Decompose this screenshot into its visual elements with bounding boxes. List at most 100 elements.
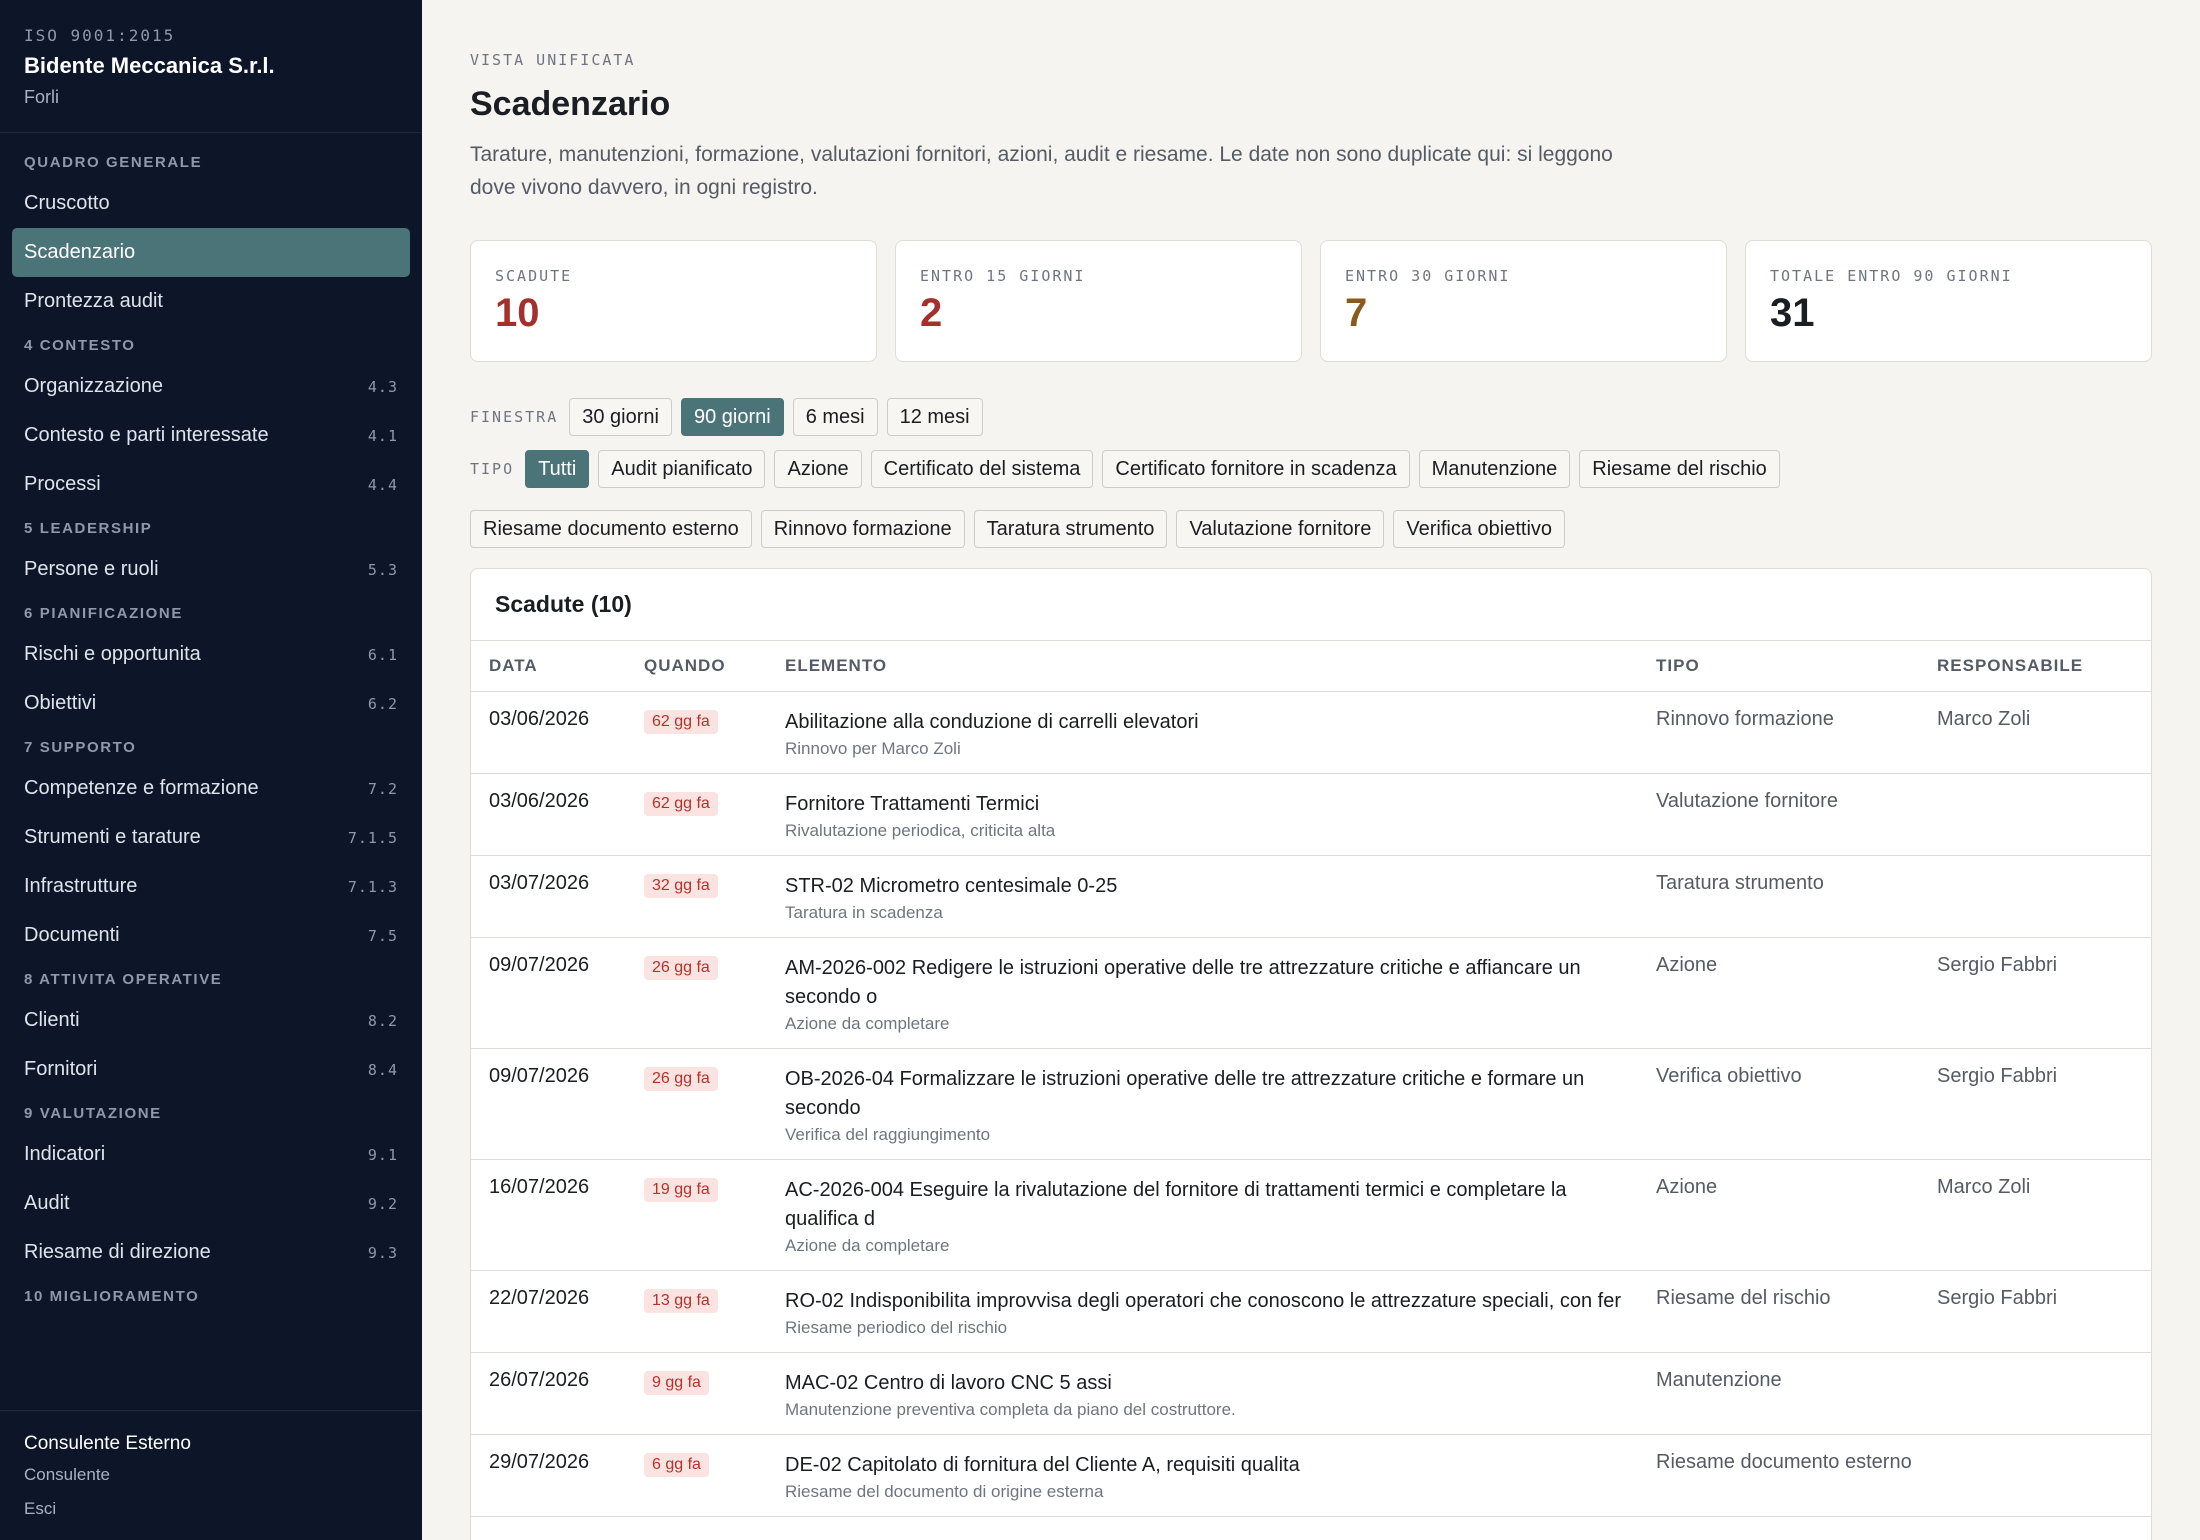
element-subtitle: Rivalutazione periodica, criticita alta: [785, 820, 1056, 840]
sidebar-item-label: Persone e ruoli: [24, 558, 159, 580]
stat-cards: SCADUTE 10 ENTRO 15 GIORNI 2 ENTRO 30 GIORNI…: [470, 240, 2152, 362]
element-title[interactable]: OB-2026-04 Formalizzare le istruzioni op…: [785, 1065, 1638, 1123]
type-chip-riesame-del-rischio[interactable]: Riesame del rischio: [1579, 450, 1780, 488]
company-city: Forli: [24, 87, 59, 107]
type-chip-certificato-fornitore-in-scadenza[interactable]: Certificato fornitore in scadenza: [1102, 450, 1410, 488]
sidebar-item-persone-e-ruoli[interactable]: Persone e ruoli 5.3: [12, 545, 410, 594]
nav-section-quadro-generale: QUADRO GENERALE: [24, 153, 203, 171]
column-header-data: DATA: [471, 641, 626, 692]
sidebar-item-indicatori[interactable]: Indicatori 9.1: [12, 1130, 410, 1179]
cell-when: 62 gg fa: [626, 691, 767, 774]
nav-section-10-miglioramento: 10 MIGLIORAMENTO: [24, 1287, 200, 1305]
cell-when: 62 gg fa: [626, 773, 767, 856]
sidebar-item-label: Prontezza audit: [24, 290, 163, 312]
iso-clause-number: 4.3: [367, 377, 398, 396]
type-chip-tutti[interactable]: Tutti: [525, 450, 590, 488]
table-row[interactable]: 03/06/2026 62 gg fa Abilitazione alla cond…: [471, 691, 2151, 774]
cell-date: 22/07/2026: [471, 1270, 626, 1353]
sidebar-item-audit[interactable]: Audit 9.2: [12, 1179, 410, 1228]
sidebar: ISO 9001:2015 Bidente Meccanica S.r.l. F…: [0, 0, 422, 1540]
table-row[interactable]: 22/07/2026 13 gg fa RO-02 Indisponibilita …: [471, 1270, 2151, 1353]
sidebar-item-rischi-e-opportunita[interactable]: Rischi e opportunita 6.1: [12, 630, 410, 679]
company-name: Bidente Meccanica S.r.l.: [24, 53, 275, 78]
sidebar-item-contesto-e-parti-interessate[interactable]: Contesto e parti interessate 4.1: [12, 411, 410, 460]
overdue-badge: 13 gg fa: [644, 1288, 718, 1313]
sidebar-item-obiettivi[interactable]: Obiettivi 6.2: [12, 679, 410, 728]
element-title[interactable]: DE-02 Capitolato di fornitura del Client…: [785, 1451, 1638, 1480]
window-filter: FINESTRA 30 giorni 90 giorni 6 mesi 12 mesi: [470, 398, 2152, 436]
logout-link[interactable]: Esci: [24, 1499, 398, 1519]
element-title[interactable]: STR-02 Micrometro centesimale 0-25: [785, 872, 1638, 901]
element-title[interactable]: AM-2026-002 Redigere le istruzioni opera…: [785, 954, 1638, 1012]
sidebar-item-label: Processi: [24, 473, 101, 495]
sidebar-item-competenze-e-formazione[interactable]: Competenze e formazione 7.2: [12, 764, 410, 813]
window-chip-90-giorni[interactable]: 90 giorni: [680, 398, 784, 436]
element-title[interactable]: MAC-02 Centro di lavoro CNC 5 assi: [785, 1369, 1638, 1398]
cell-type: Riesame documento esterno: [1638, 1434, 1919, 1517]
element-title[interactable]: AC-2026-004 Eseguire la rivalutazione de…: [785, 1176, 1638, 1234]
type-chip-taratura-strumento[interactable]: Taratura strumento: [973, 510, 1168, 548]
overdue-badge: 9 gg fa: [644, 1370, 709, 1395]
table-row[interactable]: 16/07/2026 19 gg fa AC-2026-004 Eseguire l…: [471, 1159, 2151, 1271]
sidebar-item-cruscotto[interactable]: Cruscotto: [12, 179, 410, 228]
type-chip-rinnovo-formazione[interactable]: Rinnovo formazione: [760, 510, 965, 548]
sidebar-item-riesame-di-direzione[interactable]: Riesame di direzione 9.3: [12, 1228, 410, 1277]
element-subtitle: Riesame periodico del rischio: [785, 1317, 1008, 1337]
table-row[interactable]: 09/07/2026 26 gg fa AM-2026-002 Redigere l…: [471, 937, 2151, 1049]
table-row[interactable]: 29/07/2026 6 gg fa DE-02 Capitolato di for…: [471, 1434, 2151, 1517]
iso-clause-number: 7.1.3: [347, 877, 398, 896]
element-title[interactable]: Abilitazione alla conduzione di carrelli…: [785, 708, 1638, 737]
type-chip-certificato-del-sistema[interactable]: Certificato del sistema: [870, 450, 1094, 488]
type-filter-label: TIPO: [470, 460, 515, 478]
table-row[interactable]: 09/07/2026 26 gg fa OB-2026-04 Formalizzar…: [471, 1048, 2151, 1160]
nav-section-9-valutazione: 9 VALUTAZIONE: [24, 1104, 162, 1122]
table-row[interactable]: 26/07/2026 9 gg fa MAC-02 Centro di lavoro…: [471, 1352, 2151, 1435]
table-row[interactable]: 03/07/2026 32 gg fa STR-02 Micrometro cent…: [471, 855, 2151, 938]
nav-section-7-supporto: 7 SUPPORTO: [24, 738, 137, 756]
nav-section-5-leadership: 5 LEADERSHIP: [24, 519, 153, 537]
type-chip-valutazione-fornitore[interactable]: Valutazione fornitore: [1176, 510, 1385, 548]
table-row[interactable]: 03/06/2026 62 gg fa Fornitore Trattamenti …: [471, 773, 2151, 856]
stat-card-entro-15-giorni: ENTRO 15 GIORNI 2: [895, 240, 1302, 362]
type-chip-riesame-documento-esterno[interactable]: Riesame documento esterno: [470, 510, 752, 548]
sidebar-item-label: Organizzazione: [24, 375, 163, 397]
iso-clause-number: 7.1.5: [347, 828, 398, 847]
type-chip-manutenzione[interactable]: Manutenzione: [1418, 450, 1571, 488]
sidebar-item-scadenzario[interactable]: Scadenzario: [12, 228, 410, 277]
element-subtitle: Taratura in scadenza: [785, 902, 943, 922]
sidebar-item-fornitori[interactable]: Fornitori 8.4: [12, 1045, 410, 1094]
cell-owner: Sergio Fabbri: [1919, 937, 2151, 1049]
sidebar-item-label: Obiettivi: [24, 692, 97, 714]
window-chip-6-mesi[interactable]: 6 mesi: [792, 398, 878, 436]
sidebar-item-processi[interactable]: Processi 4.4: [12, 460, 410, 509]
panel-title: Scadute (10): [471, 569, 2151, 641]
sidebar-item-documenti[interactable]: Documenti 7.5: [12, 911, 410, 960]
stat-value: 2: [920, 291, 943, 335]
window-chip-30-giorni[interactable]: 30 giorni: [569, 398, 672, 436]
cell-date: 09/07/2026: [471, 1048, 626, 1160]
type-chip-audit-pianificato[interactable]: Audit pianificato: [598, 450, 766, 488]
cell-when: 19 gg fa: [626, 1159, 767, 1271]
sidebar-item-infrastrutture[interactable]: Infrastrutture 7.1.3: [12, 862, 410, 911]
cell-type: Azione: [1638, 937, 1919, 1049]
cell-type: Rinnovo formazione: [1638, 691, 1919, 774]
overdue-badge: 19 gg fa: [644, 1177, 718, 1202]
overdue-badge: 62 gg fa: [644, 791, 718, 816]
window-filter-label: FINESTRA: [470, 408, 559, 426]
iso-standard: ISO 9001:2015: [24, 26, 176, 45]
nav-section-4-contesto: 4 CONTESTO: [24, 336, 136, 354]
sidebar-item-prontezza-audit[interactable]: Prontezza audit: [12, 277, 410, 326]
element-title[interactable]: Fornitore Trattamenti Termici: [785, 790, 1638, 819]
page-title: Scadenzario: [470, 85, 671, 123]
type-chip-verifica-obiettivo[interactable]: Verifica obiettivo: [1393, 510, 1566, 548]
sidebar-item-clienti[interactable]: Clienti 8.2: [12, 996, 410, 1045]
element-subtitle: Manutenzione preventiva completa da pian…: [785, 1399, 1236, 1419]
element-title[interactable]: RO-02 Indisponibilita improvvisa degli o…: [785, 1287, 1638, 1316]
column-header-responsabile: RESPONSABILE: [1919, 641, 2151, 692]
cell-type: Valutazione fornitore: [1638, 773, 1919, 856]
sidebar-item-strumenti-e-tarature[interactable]: Strumenti e tarature 7.1.5: [12, 813, 410, 862]
cell-when: 6 gg fa: [626, 1434, 767, 1517]
window-chip-12-mesi[interactable]: 12 mesi: [886, 398, 983, 436]
type-chip-azione[interactable]: Azione: [774, 450, 862, 488]
sidebar-item-organizzazione[interactable]: Organizzazione 4.3: [12, 362, 410, 411]
